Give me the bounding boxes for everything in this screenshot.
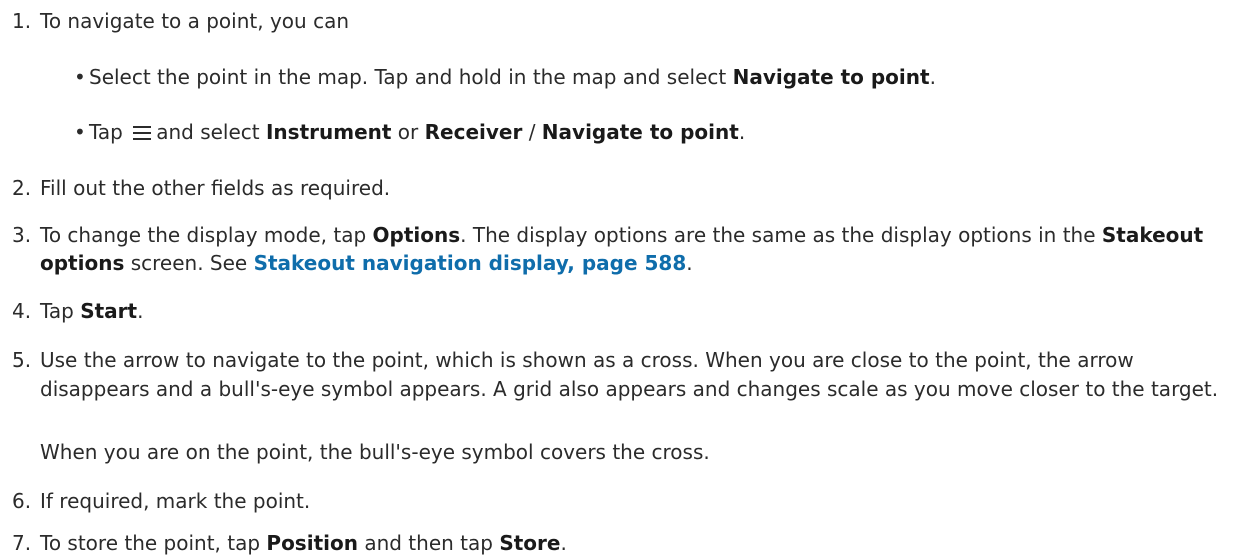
step-text: Tap — [40, 299, 81, 323]
step-text: If required, mark the point. — [40, 489, 311, 513]
options-label: Options — [372, 223, 461, 247]
bullet-text: and select — [156, 120, 266, 144]
step-text: To change the display mode, tap — [40, 223, 373, 247]
bullet-text: Tap — [89, 120, 130, 144]
step-2: 2. Fill out the other fields as required… — [12, 174, 1234, 202]
bullet-text: Select the point in the map. Tap and hol… — [89, 65, 733, 89]
step-5-note: When you are on the point, the bull's-ey… — [12, 438, 1234, 466]
step-number: 1. — [12, 9, 32, 33]
step-text: To navigate to a point, you can — [40, 9, 349, 33]
step-number: 6. — [12, 489, 32, 513]
step-number: 2. — [12, 176, 32, 200]
step-text: Use the arrow to navigate to the point, … — [40, 348, 1219, 401]
bullet-text: . — [929, 65, 936, 89]
bullet-dot: • — [74, 65, 86, 89]
step-number: 7. — [12, 531, 32, 555]
step-text: . The display options are the same as th… — [460, 223, 1102, 247]
store-label: Store — [499, 531, 561, 555]
receiver-label: Receiver — [424, 120, 523, 144]
stakeout-navigation-display-link[interactable]: Stakeout navigation display, page 588 — [254, 251, 687, 275]
instrument-label: Instrument — [265, 120, 392, 144]
step-text: To store the point, tap — [40, 531, 267, 555]
bullet-text: or — [391, 120, 425, 144]
step-5: 5. Use the arrow to navigate to the poin… — [12, 346, 1234, 404]
position-label: Position — [266, 531, 358, 555]
step-text: Fill out the other fields as required. — [40, 176, 391, 200]
navigate-to-point-label: Navigate to point — [732, 65, 930, 89]
document-page: 1. To navigate to a point, you can • Sel… — [0, 0, 1244, 557]
start-label: Start — [80, 299, 138, 323]
step-3: 3. To change the display mode, tap Optio… — [12, 221, 1234, 277]
note-text: When you are on the point, the bull's-ey… — [40, 440, 710, 464]
step-text: . — [686, 251, 693, 275]
bullet-text: / — [522, 120, 542, 144]
menu-icon — [133, 126, 152, 140]
step-number: 5. — [12, 348, 32, 372]
step-number: 3. — [12, 223, 32, 247]
bullet-select-in-map: • Select the point in the map. Tap and h… — [74, 63, 1234, 91]
step-4: 4. Tap Start. — [12, 297, 1234, 325]
navigate-to-point-label: Navigate to point — [541, 120, 739, 144]
step-1: 1. To navigate to a point, you can — [12, 7, 1234, 35]
step-number: 4. — [12, 299, 32, 323]
bullet-tap-menu: • Tap and select Instrument or Receiver … — [74, 118, 1234, 146]
step-text: . — [560, 531, 567, 555]
step-text: and then tap — [357, 531, 500, 555]
step-text: screen. See — [124, 251, 254, 275]
step-text: . — [137, 299, 144, 323]
bullet-text: . — [738, 120, 746, 144]
step-7: 7. To store the point, tap Position and … — [12, 529, 1234, 557]
step-6: 6. If required, mark the point. — [12, 487, 1234, 515]
bullet-dot: • — [74, 120, 86, 144]
